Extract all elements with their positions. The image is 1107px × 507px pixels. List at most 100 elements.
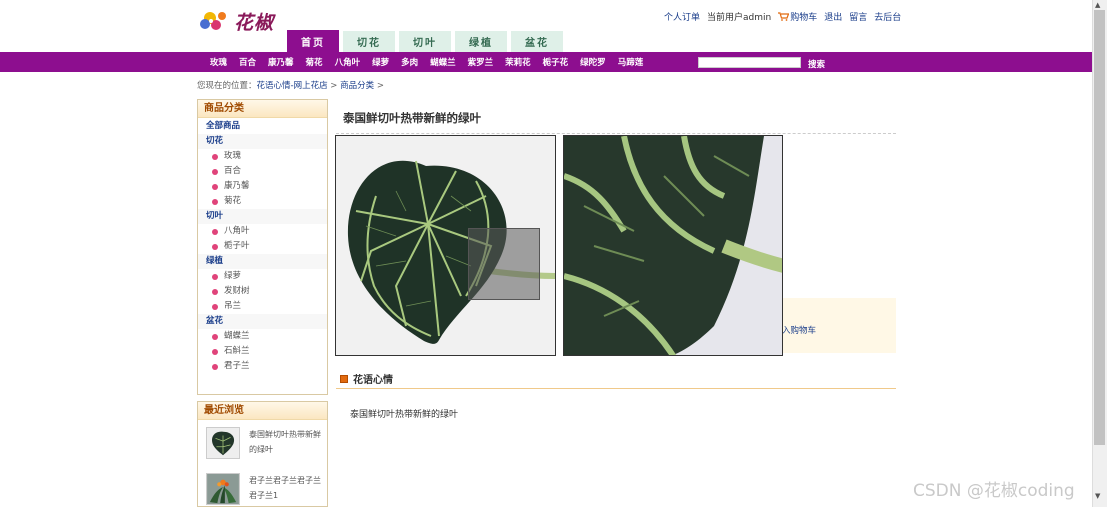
breadcrumb-home[interactable]: 花语心情-网上花店 (257, 81, 328, 91)
bullet-icon (212, 243, 218, 250)
scrollbar-thumb[interactable] (1094, 10, 1105, 445)
sidebar-item[interactable]: 吊兰 (198, 299, 327, 314)
scroll-down-icon[interactable]: ▼ (1095, 492, 1100, 500)
section-title: 花语心情 (353, 375, 393, 386)
sidebar-item[interactable]: 玫瑰 (198, 149, 327, 164)
sidebar-item-label: 绿萝 (224, 271, 242, 281)
recently-viewed: 最近浏览 泰国鲜切叶热带新鲜的绿叶 君子兰君子兰君子兰君子兰1 (197, 401, 328, 507)
sidebar-group-green-plants[interactable]: 绿植 (198, 254, 327, 269)
breadcrumb: 您现在的位置：花语心情-网上花店 > 商品分类 > (197, 79, 384, 91)
cart-link-wrap[interactable]: 购物车 (778, 10, 817, 23)
sidebar-item-label: 吊兰 (224, 301, 242, 311)
breadcrumb-prefix: 您现在的位置： (197, 81, 257, 91)
sidebar-item[interactable]: 绿萝 (198, 269, 327, 284)
tab-home[interactable]: 首页 (287, 30, 339, 52)
tab-potted-flowers[interactable]: 盆花 (511, 31, 563, 52)
message-link[interactable]: 留言 (849, 10, 867, 23)
flower-logo-icon (200, 12, 226, 30)
breadcrumb-category[interactable]: 商品分类 (340, 81, 374, 91)
logout-link[interactable]: 退出 (824, 10, 842, 23)
sidebar-item-label: 百合 (224, 166, 242, 176)
nav-items: 玫瑰 百合 康乃馨 菊花 八角叶 绿萝 多肉 蝴蝶兰 紫罗兰 茉莉花 栀子花 绿… (210, 52, 655, 72)
nav-item[interactable]: 马蹄莲 (618, 56, 644, 68)
nav-item[interactable]: 绿萝 (372, 56, 389, 68)
bullet-icon (212, 273, 218, 280)
sidebar-item[interactable]: 康乃馨 (198, 179, 327, 194)
add-to-cart-button[interactable]: 入购物车 (782, 324, 816, 336)
zoom-lens[interactable] (468, 228, 540, 300)
sidebar-group-cut-leaves[interactable]: 切叶 (198, 209, 327, 224)
bullet-icon (212, 288, 218, 295)
recent-item[interactable]: 泰国鲜切叶热带新鲜的绿叶 (198, 424, 327, 466)
cart-icon (778, 12, 790, 21)
recent-item-name[interactable]: 君子兰君子兰君子兰君子兰1 (249, 473, 325, 503)
sidebar-title: 商品分类 (198, 100, 327, 118)
site-logo[interactable]: 花椒 (196, 6, 288, 38)
product-title: 泰国鲜切叶热带新鲜的绿叶 (343, 111, 481, 125)
orders-link[interactable]: 个人订单 (664, 10, 700, 23)
bullet-icon (212, 183, 218, 190)
page: 花椒 个人订单 当前用户admin 购物车 退出 留言 去后台 首页 切花 切叶… (0, 0, 1107, 507)
sidebar-item[interactable]: 发财树 (198, 284, 327, 299)
section-icon (340, 374, 348, 383)
sidebar-item[interactable]: 菊花 (198, 194, 327, 209)
sidebar-item[interactable]: 石斛兰 (198, 344, 327, 359)
sidebar-group-cut-flowers[interactable]: 切花 (198, 134, 327, 149)
tab-cut-leaves[interactable]: 切叶 (399, 31, 451, 52)
admin-link[interactable]: 去后台 (874, 10, 901, 23)
bullet-icon (212, 303, 218, 310)
search-input[interactable] (698, 57, 801, 68)
nav-item[interactable]: 紫罗兰 (468, 56, 494, 68)
tab-cut-flowers[interactable]: 切花 (343, 31, 395, 52)
sidebar-item-label: 君子兰 (224, 361, 250, 371)
section-divider (336, 388, 896, 389)
recent-item[interactable]: 君子兰君子兰君子兰君子兰1 (198, 470, 327, 507)
nav-item[interactable]: 茉莉花 (505, 56, 531, 68)
sidebar-item-label: 八角叶 (224, 226, 250, 236)
scroll-up-icon[interactable]: ▲ (1095, 1, 1100, 9)
sidebar-item-label: 石斛兰 (224, 346, 250, 356)
bullet-icon (212, 153, 218, 160)
watermark: CSDN @花椒coding (913, 481, 1075, 501)
bullet-icon (212, 198, 218, 205)
breadcrumb-separator: > (374, 81, 384, 91)
leaf-thumbnail[interactable] (206, 427, 240, 459)
sidebar-item-label: 栀子叶 (224, 241, 250, 251)
bullet-icon (212, 333, 218, 340)
description-section-header: 花语心情 (340, 371, 393, 386)
nav-item[interactable]: 绿陀罗 (580, 56, 606, 68)
cart-link[interactable]: 购物车 (790, 10, 817, 23)
nav-item[interactable]: 多肉 (401, 56, 418, 68)
tab-green-plants[interactable]: 绿植 (455, 31, 507, 52)
nav-item[interactable]: 菊花 (306, 56, 323, 68)
recent-title: 最近浏览 (198, 402, 327, 420)
sidebar-item-label: 康乃馨 (224, 181, 250, 191)
nav-item[interactable]: 玫瑰 (210, 56, 227, 68)
nav-item[interactable]: 栀子花 (543, 56, 569, 68)
bullet-icon (212, 348, 218, 355)
sidebar-item[interactable]: 君子兰 (198, 359, 327, 374)
sidebar-item[interactable]: 蝴蝶兰 (198, 329, 327, 344)
sidebar-item-label: 发财树 (224, 286, 250, 296)
sidebar-item-label: 蝴蝶兰 (224, 331, 250, 341)
sidebar-group-potted-flowers[interactable]: 盆花 (198, 314, 327, 329)
current-user-label: 当前用户admin (707, 13, 772, 23)
sidebar-item[interactable]: 百合 (198, 164, 327, 179)
search-button[interactable]: 搜索 (808, 58, 825, 70)
product-main-image[interactable] (335, 135, 556, 356)
recent-item-name[interactable]: 泰国鲜切叶热带新鲜的绿叶 (249, 427, 325, 457)
category-nav-bar: 玫瑰 百合 康乃馨 菊花 八角叶 绿萝 多肉 蝴蝶兰 紫罗兰 茉莉花 栀子花 绿… (0, 52, 1092, 72)
bullet-icon (212, 228, 218, 235)
nav-item[interactable]: 百合 (239, 56, 256, 68)
nav-item[interactable]: 康乃馨 (268, 56, 294, 68)
bullet-icon (212, 168, 218, 175)
product-description: 泰国鲜切叶热带新鲜的绿叶 (350, 410, 459, 420)
sidebar-item-all[interactable]: 全部商品 (198, 118, 327, 134)
nav-item[interactable]: 八角叶 (335, 56, 361, 68)
nav-item[interactable]: 蝴蝶兰 (430, 56, 456, 68)
sidebar-item-label: 玫瑰 (224, 151, 242, 161)
sidebar-item[interactable]: 栀子叶 (198, 239, 327, 254)
sidebar-item[interactable]: 八角叶 (198, 224, 327, 239)
orchid-thumbnail[interactable] (206, 473, 240, 505)
main-tabs: 首页 切花 切叶 绿植 盆花 (287, 30, 563, 52)
